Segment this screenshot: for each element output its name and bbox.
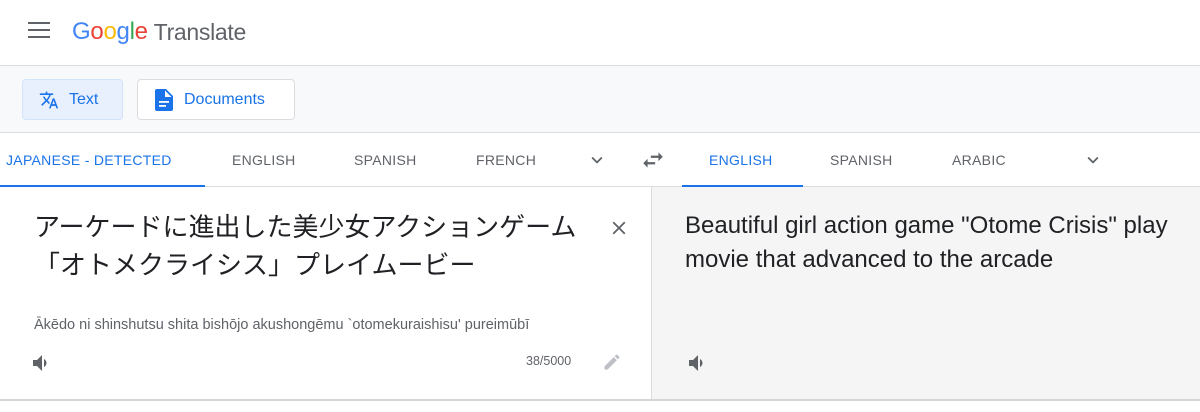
target-lang-more-chevron-down-icon[interactable] bbox=[1082, 149, 1104, 171]
text-mode-label: Text bbox=[69, 90, 99, 108]
logo-letter-g: G bbox=[72, 18, 91, 45]
target-lang-tab-spanish[interactable]: SPANISH bbox=[830, 133, 893, 187]
swap-languages-icon[interactable] bbox=[640, 147, 666, 173]
source-listen-speaker-icon[interactable] bbox=[30, 351, 54, 375]
logo-letter-g2: g bbox=[116, 18, 130, 45]
source-text-input[interactable]: アーケードに進出した美少女アクションゲーム「オトメクライシス」プレイムービー bbox=[34, 209, 594, 285]
hamburger-menu-icon[interactable] bbox=[28, 22, 50, 40]
language-bar: JAPANESE - DETECTED ENGLISH SPANISH FREN… bbox=[0, 133, 1200, 188]
documents-mode-button[interactable]: Documents bbox=[137, 79, 295, 120]
logo-letter-e: e bbox=[134, 18, 148, 45]
source-lang-more-chevron-down-icon[interactable] bbox=[586, 149, 608, 171]
target-lang-label: ENGLISH bbox=[709, 152, 773, 168]
mode-bar: Text Documents bbox=[0, 66, 1200, 133]
app-header: Google Translate bbox=[0, 0, 1200, 66]
target-lang-label: SPANISH bbox=[830, 152, 893, 168]
target-lang-label: ARABIC bbox=[952, 152, 1006, 168]
clear-source-close-icon[interactable] bbox=[608, 217, 630, 239]
product-name: Translate bbox=[153, 18, 247, 45]
documents-mode-label: Documents bbox=[184, 90, 265, 108]
target-lang-tab-english[interactable]: ENGLISH bbox=[682, 133, 803, 188]
source-lang-tab-french[interactable]: FRENCH bbox=[476, 133, 536, 187]
target-panel: Beautiful girl action game "Otome Crisis… bbox=[652, 187, 1200, 399]
source-lang-tab-japanese-detected[interactable]: JAPANESE - DETECTED bbox=[0, 133, 205, 188]
source-lang-tab-spanish[interactable]: SPANISH bbox=[354, 133, 417, 187]
translate-icon bbox=[39, 90, 59, 110]
google-translate-logo[interactable]: Google Translate bbox=[72, 14, 246, 50]
target-lang-tab-arabic[interactable]: ARABIC bbox=[952, 133, 1006, 187]
source-romanization: Ākēdo ni shinshutsu shita bishōjo akusho… bbox=[34, 317, 530, 333]
source-lang-label: FRENCH bbox=[476, 152, 537, 168]
text-mode-button[interactable]: Text bbox=[22, 79, 123, 120]
source-lang-label: ENGLISH bbox=[232, 152, 296, 168]
source-lang-label: SPANISH bbox=[354, 152, 417, 168]
target-listen-speaker-icon[interactable] bbox=[686, 351, 710, 375]
document-icon bbox=[154, 88, 174, 111]
translation-output: Beautiful girl action game "Otome Crisis… bbox=[685, 212, 1168, 273]
edit-pencil-icon[interactable] bbox=[602, 352, 622, 372]
character-count: 38/5000 bbox=[526, 354, 572, 368]
source-lang-tab-english[interactable]: ENGLISH bbox=[232, 133, 296, 187]
source-lang-label: JAPANESE - DETECTED bbox=[6, 152, 172, 168]
page-bottom bbox=[0, 401, 1200, 412]
logo-letter-o2: o bbox=[103, 18, 117, 45]
source-panel: アーケードに進出した美少女アクションゲーム「オトメクライシス」プレイムービー Ā… bbox=[0, 187, 652, 399]
logo-letter-o1: o bbox=[90, 18, 104, 45]
